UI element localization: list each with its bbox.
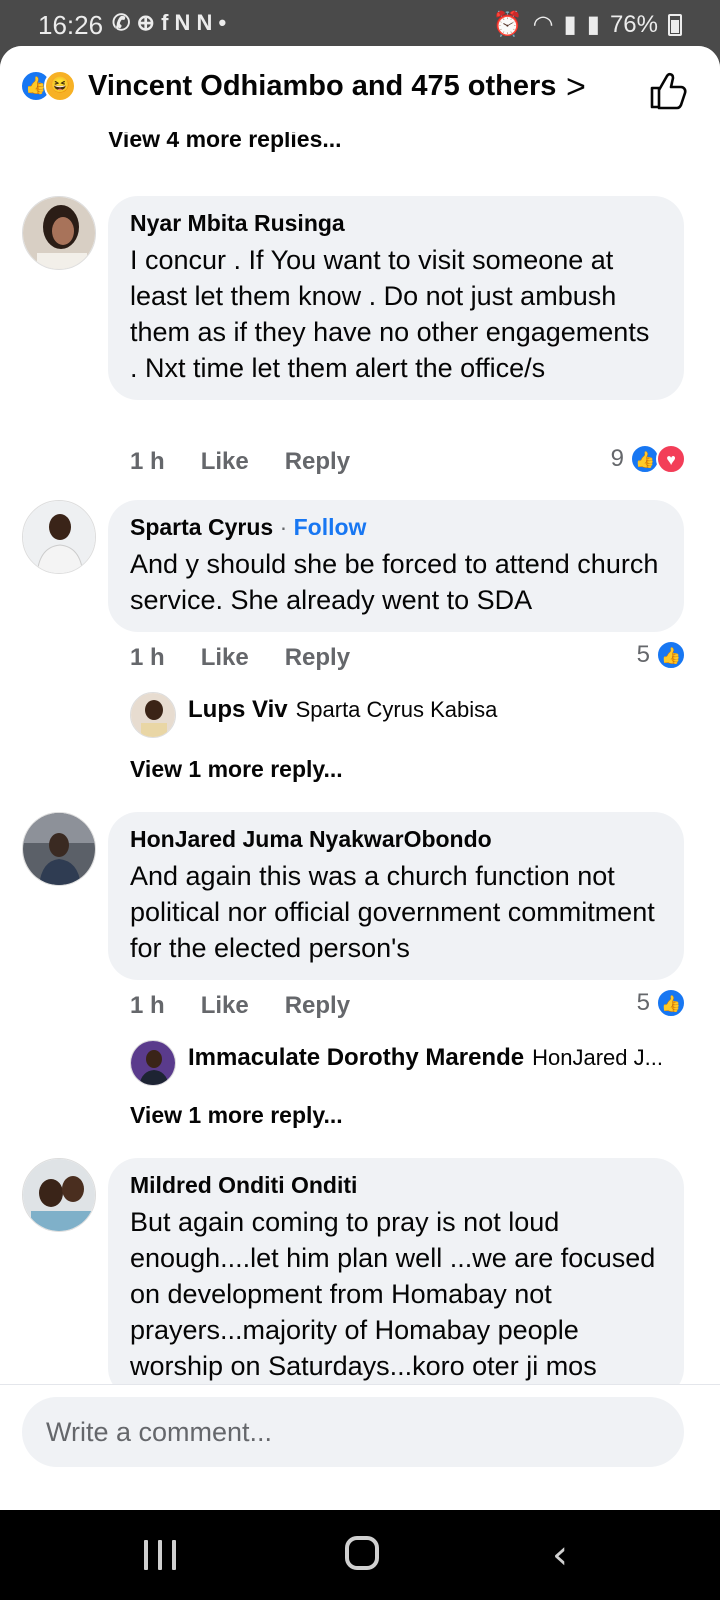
like-button[interactable]: Like	[201, 448, 249, 476]
reply-text: Sparta Cyrus Kabisa	[295, 697, 498, 722]
system-icons: ⏰ ◠ ▮ ▮ 76%	[493, 10, 682, 39]
reaction-count[interactable]: 5 👍	[637, 988, 686, 1018]
reply-button[interactable]: Reply	[285, 448, 350, 476]
avatar[interactable]	[22, 1158, 96, 1232]
system-navigation-bar: ‹	[0, 1510, 720, 1600]
chevron-right-icon[interactable]: >	[566, 68, 586, 107]
comment-time: 1 h	[130, 644, 165, 671]
comment-time: 1 h	[130, 448, 165, 475]
status-time: 16:26	[38, 10, 104, 40]
comment-bubble[interactable]: HonJared Juma NyakwarObondo And again th…	[108, 812, 684, 980]
signal-icon: ▮	[586, 11, 600, 38]
reply-author[interactable]: Immaculate Dorothy Marende	[188, 1044, 524, 1072]
back-icon[interactable]: ‹	[552, 1532, 568, 1578]
follow-button[interactable]: Follow	[294, 514, 367, 540]
comment-author[interactable]: Nyar Mbita Rusinga	[130, 208, 662, 238]
comment-author[interactable]: Sparta Cyrus	[130, 514, 273, 540]
reaction-count[interactable]: 9 👍 ♥	[611, 444, 686, 474]
avatar[interactable]	[22, 812, 96, 886]
avatar[interactable]	[22, 196, 96, 270]
comment-actions: 1 h Like Reply	[130, 644, 350, 672]
avatar	[130, 692, 176, 738]
comment-author[interactable]: HonJared Juma NyakwarObondo	[130, 824, 662, 854]
reaction-count[interactable]: 5 👍	[637, 640, 686, 670]
alarm-icon: ⏰	[492, 11, 523, 38]
reaction-number: 5	[636, 989, 650, 1016]
haha-icon: 😆	[44, 70, 76, 102]
comment-bubble[interactable]: Nyar Mbita Rusinga I concur . If You wan…	[108, 196, 684, 400]
reply-button[interactable]: Reply	[285, 644, 350, 672]
reaction-number: 9	[610, 445, 624, 472]
view-more-replies[interactable]: View 1 more reply...	[130, 756, 343, 783]
notification-icons: ✆ ⊕ f N N •	[112, 10, 227, 35]
reply-button[interactable]: Reply	[285, 992, 350, 1020]
reaction-number: 5	[636, 641, 650, 668]
battery-icon	[668, 13, 682, 36]
comment-input[interactable]: Write a comment...	[22, 1397, 684, 1467]
comment-text: I concur . If You want to visit someone …	[130, 245, 650, 383]
status-bar: 16:26 ✆ ⊕ f N N • ⏰ ◠ ▮ ▮ 76%	[0, 0, 720, 50]
wifi-icon: ◠	[532, 11, 554, 38]
comments-panel: 👍 😆 Vincent Odhiambo and 475 others > Vi…	[0, 46, 720, 1510]
like-icon: 👍	[656, 988, 686, 1018]
signal-icon: ▮	[563, 11, 577, 38]
view-more-replies[interactable]: View 1 more reply...	[130, 1102, 343, 1129]
comment-text: But again coming to pray is not loud eno…	[130, 1207, 656, 1381]
avatar	[130, 1040, 176, 1086]
recents-icon[interactable]	[144, 1540, 176, 1570]
reactions-summary[interactable]: Vincent Odhiambo and 475 others	[88, 70, 556, 103]
comment-bubble[interactable]: Mildred Onditi Onditi But again coming t…	[108, 1158, 684, 1398]
comment-author-row: Sparta Cyrus · Follow	[130, 512, 662, 542]
reply-author[interactable]: Lups Viv	[188, 696, 288, 724]
comment-text: And again this was a church function not…	[130, 861, 655, 963]
comment-time: 1 h	[130, 992, 165, 1019]
battery-level: 76%	[609, 10, 658, 38]
comment-author[interactable]: Mildred Onditi Onditi	[130, 1170, 662, 1200]
comment-text: And y should she be forced to attend chu…	[130, 549, 659, 615]
like-button[interactable]: Like	[201, 992, 249, 1020]
comment-composer: Write a comment...	[0, 1384, 720, 1510]
header-reactions: 👍 😆	[20, 70, 80, 104]
reactions-header[interactable]: 👍 😆 Vincent Odhiambo and 475 others >	[0, 46, 720, 132]
like-icon: 👍	[656, 640, 686, 670]
love-icon: ♥	[656, 444, 686, 474]
avatar[interactable]	[22, 500, 96, 574]
reply-preview[interactable]: Immaculate Dorothy Marende HonJared J...	[130, 1040, 663, 1086]
comment-actions: 1 h Like Reply	[130, 992, 350, 1020]
like-button[interactable]: Like	[201, 644, 249, 672]
reply-preview[interactable]: Lups Viv Sparta Cyrus Kabisa	[130, 692, 498, 738]
like-outline-icon[interactable]	[646, 68, 690, 112]
comment-actions: 1 h Like Reply	[130, 448, 350, 476]
separator: ·	[279, 514, 288, 540]
home-icon[interactable]	[345, 1536, 379, 1570]
reply-text: HonJared J...	[532, 1045, 663, 1070]
comment-bubble[interactable]: Sparta Cyrus · Follow And y should she b…	[108, 500, 684, 632]
